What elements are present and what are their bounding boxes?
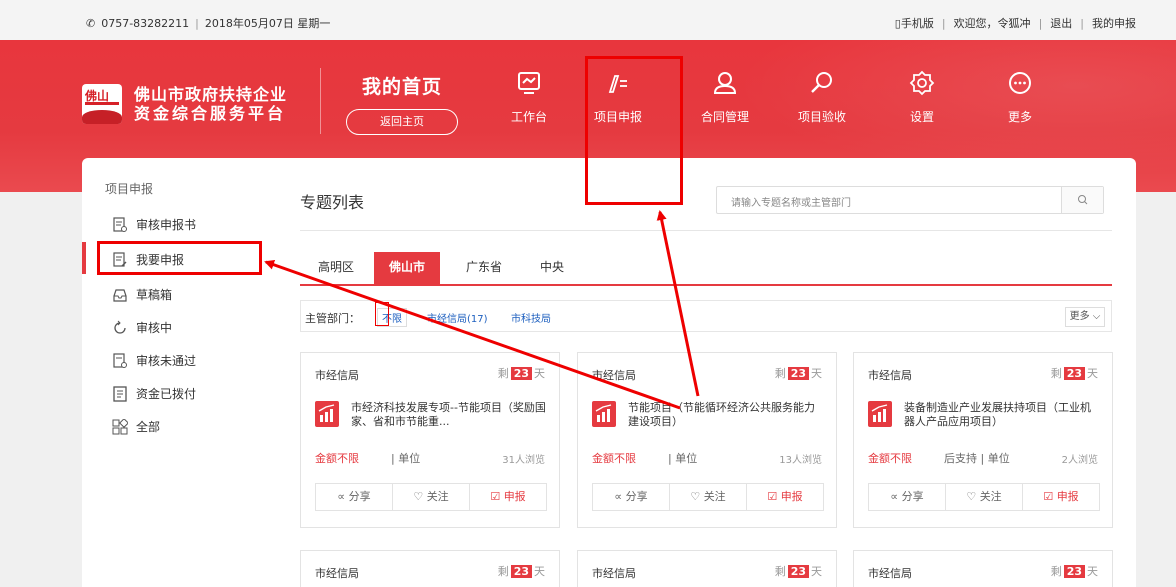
arrow-to-nav: [656, 210, 700, 397]
annotation-arrows: [264, 210, 700, 410]
arrow-to-sidebar: [264, 259, 681, 410]
